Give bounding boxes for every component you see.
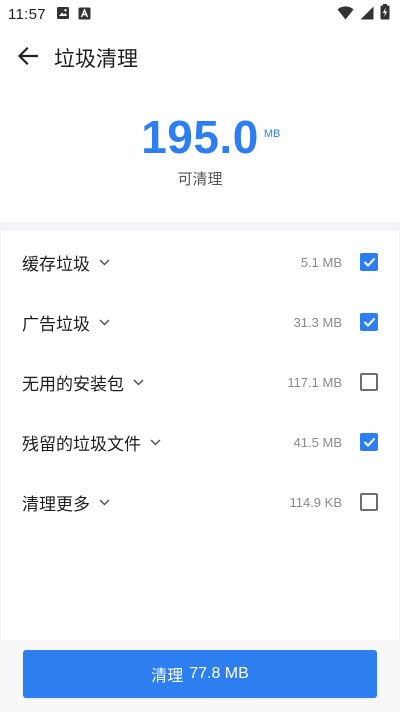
status-time: 11:57 [8, 5, 46, 23]
chevron-down-icon[interactable] [98, 316, 110, 328]
chevron-down-icon[interactable] [132, 376, 144, 388]
junk-item-checkbox[interactable] [360, 373, 378, 391]
junk-item-label: 残留的垃圾文件 [22, 434, 141, 455]
chevron-down-icon[interactable] [98, 496, 110, 508]
signal-icon [360, 5, 374, 24]
junk-item-label: 清理更多 [22, 494, 90, 515]
cleanable-size: 195.0 MB [141, 110, 280, 164]
cleanable-size-unit: MB [263, 128, 281, 140]
junk-item-size: 41.5 MB [293, 434, 342, 450]
junk-item-checkbox[interactable] [360, 433, 378, 451]
junk-item-label: 缓存垃圾 [22, 254, 90, 275]
junk-item-checkbox[interactable] [360, 493, 378, 511]
chevron-down-icon[interactable] [98, 256, 110, 268]
junk-item-label: 无用的安装包 [22, 374, 124, 395]
junk-item-size: 31.3 MB [293, 314, 342, 330]
section-divider [0, 222, 400, 231]
clean-button-amount: 77.8 MB [189, 665, 249, 682]
gallery-notification-icon [56, 5, 70, 24]
wifi-icon [337, 5, 354, 24]
arrow-left-icon [17, 46, 39, 69]
junk-item-label: 广告垃圾 [22, 314, 90, 335]
battery-charging-icon [380, 4, 390, 24]
a-notification-icon [78, 5, 91, 24]
junk-item-size: 5.1 MB [300, 254, 342, 270]
cleanable-caption: 可清理 [177, 170, 223, 188]
junk-item-checkbox[interactable] [360, 253, 378, 271]
junk-item-checkbox[interactable] [360, 313, 378, 331]
chevron-down-icon[interactable] [149, 436, 161, 448]
junk-item-apk[interactable]: 无用的安装包 117.1 MB [0, 352, 400, 412]
notification-icons [56, 5, 91, 24]
clean-button[interactable]: 清理 77.8 MB [23, 650, 377, 698]
status-bar: 11:57 [0, 0, 400, 28]
system-icons [337, 4, 390, 24]
junk-item-size: 117.1 MB [287, 374, 342, 390]
cleanable-summary: 195.0 MB 可清理 [0, 110, 400, 220]
junk-category-list: 缓存垃圾 5.1 MB 广告垃圾 31.3 MB 无用的安装包 117.1 MB… [0, 232, 400, 532]
app-bar: 垃圾清理 [0, 34, 400, 82]
junk-item-more[interactable]: 清理更多 114.9 KB [0, 472, 400, 532]
cleanable-size-value: 195.0 [141, 111, 259, 163]
junk-item-ads[interactable]: 广告垃圾 31.3 MB [0, 292, 400, 352]
junk-item-cache[interactable]: 缓存垃圾 5.1 MB [0, 232, 400, 292]
junk-item-size: 114.9 KB [289, 494, 342, 510]
page-title: 垃圾清理 [54, 47, 138, 71]
back-button[interactable] [4, 34, 52, 82]
clean-button-label: 清理 [151, 666, 184, 685]
bottom-action-bar: 清理 77.8 MB [0, 640, 400, 712]
junk-item-residual[interactable]: 残留的垃圾文件 41.5 MB [0, 412, 400, 472]
